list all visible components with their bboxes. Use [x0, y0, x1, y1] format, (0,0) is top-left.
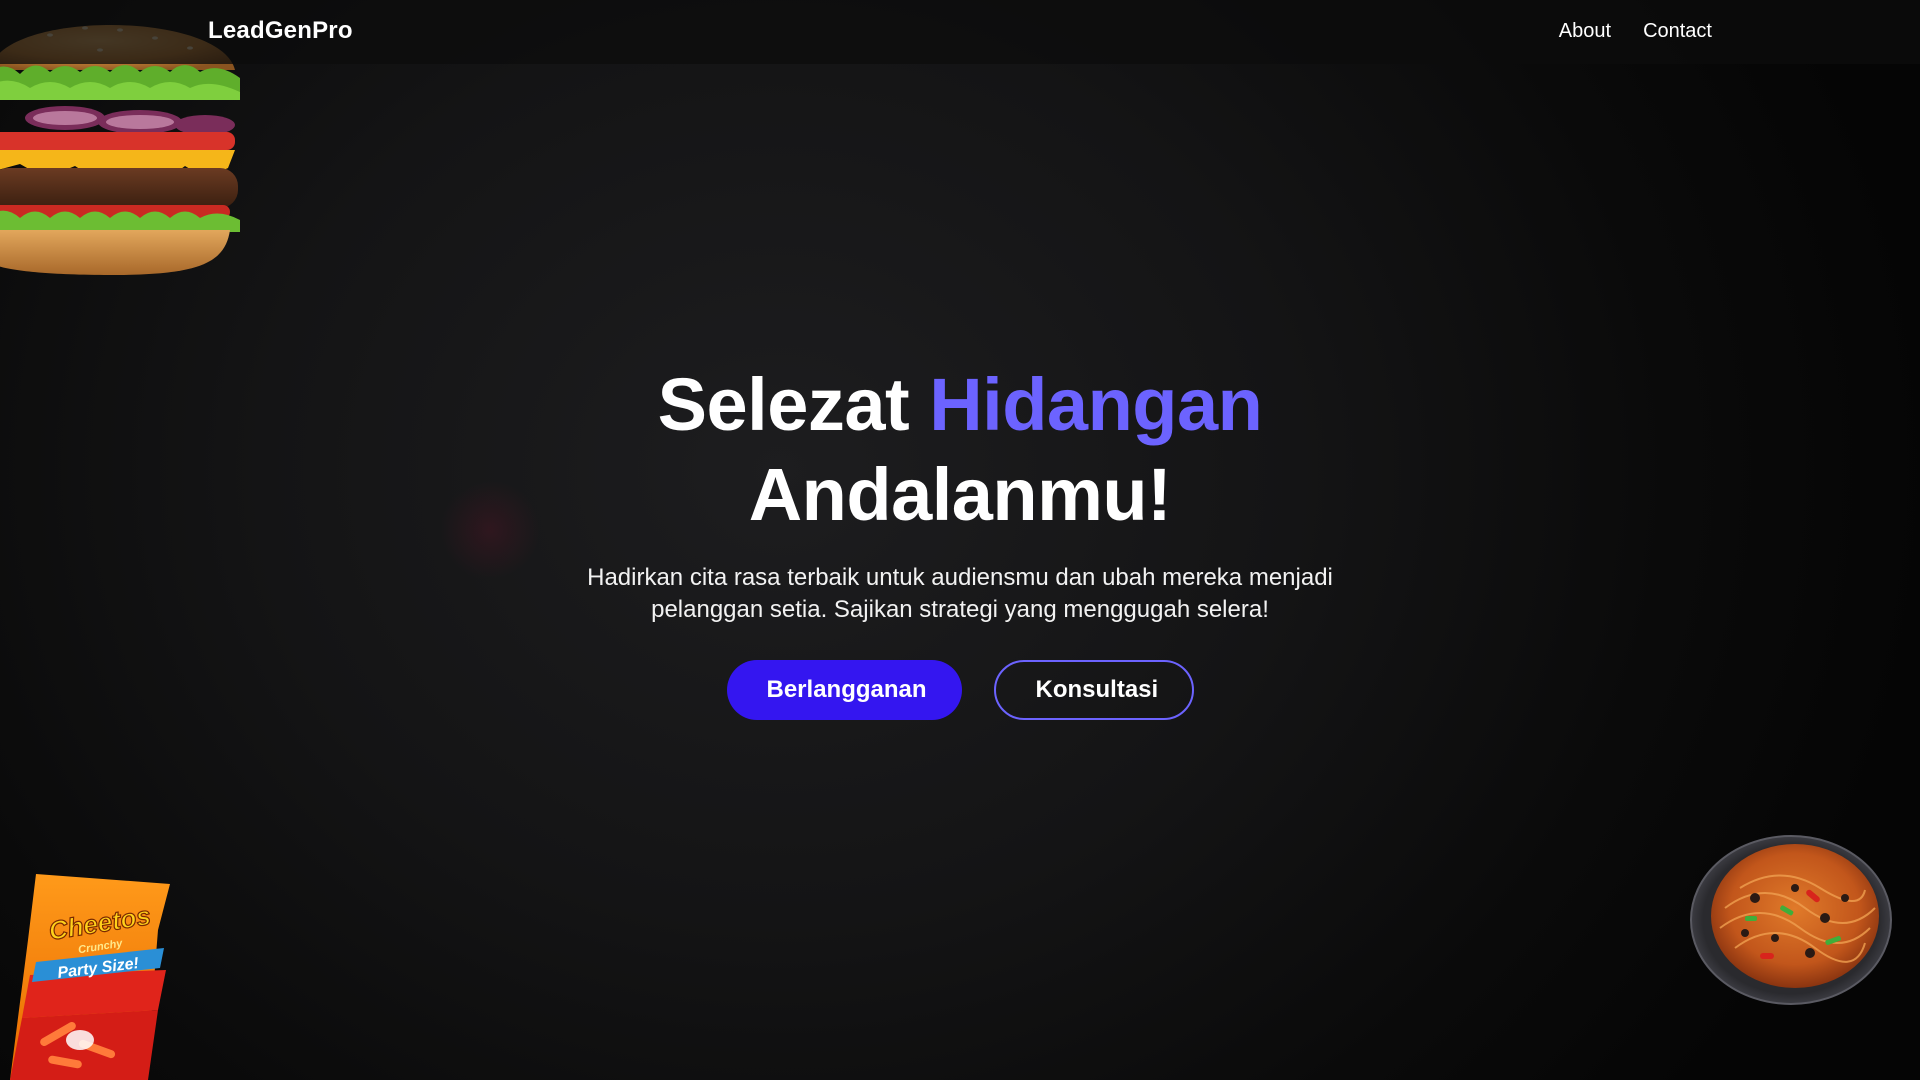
- consult-button[interactable]: Konsultasi: [993, 660, 1194, 720]
- hero-subtitle: Hadirkan cita rasa terbaik untuk audiens…: [587, 564, 1333, 623]
- hero-title: Selezat Hidangan Andalanmu!: [0, 360, 1920, 540]
- hero-title-accent: Hidangan: [929, 363, 1263, 446]
- subscribe-button[interactable]: Berlangganan: [726, 660, 962, 720]
- hero-title-part1: Selezat: [657, 363, 910, 446]
- hero-buttons: Berlangganan Konsultasi: [0, 660, 1920, 720]
- snack-bag-image: Party Size! Cheetos Crunchy: [10, 874, 170, 1080]
- nav-links: About Contact: [1559, 20, 1712, 43]
- nav-link-contact[interactable]: Contact: [1643, 20, 1712, 43]
- navbar: LeadGenPro About Contact: [0, 0, 1920, 64]
- brand-logo[interactable]: LeadGenPro: [208, 17, 353, 45]
- noodle-bowl-image: [1690, 835, 1892, 1005]
- hero-title-line2: Andalanmu!: [748, 453, 1172, 536]
- hero-section: Selezat Hidangan Andalanmu! Hadirkan cit…: [0, 360, 1920, 720]
- nav-link-about[interactable]: About: [1559, 20, 1611, 43]
- landing-page: LeadGenPro About Contact Party Size! Che…: [0, 0, 1920, 1080]
